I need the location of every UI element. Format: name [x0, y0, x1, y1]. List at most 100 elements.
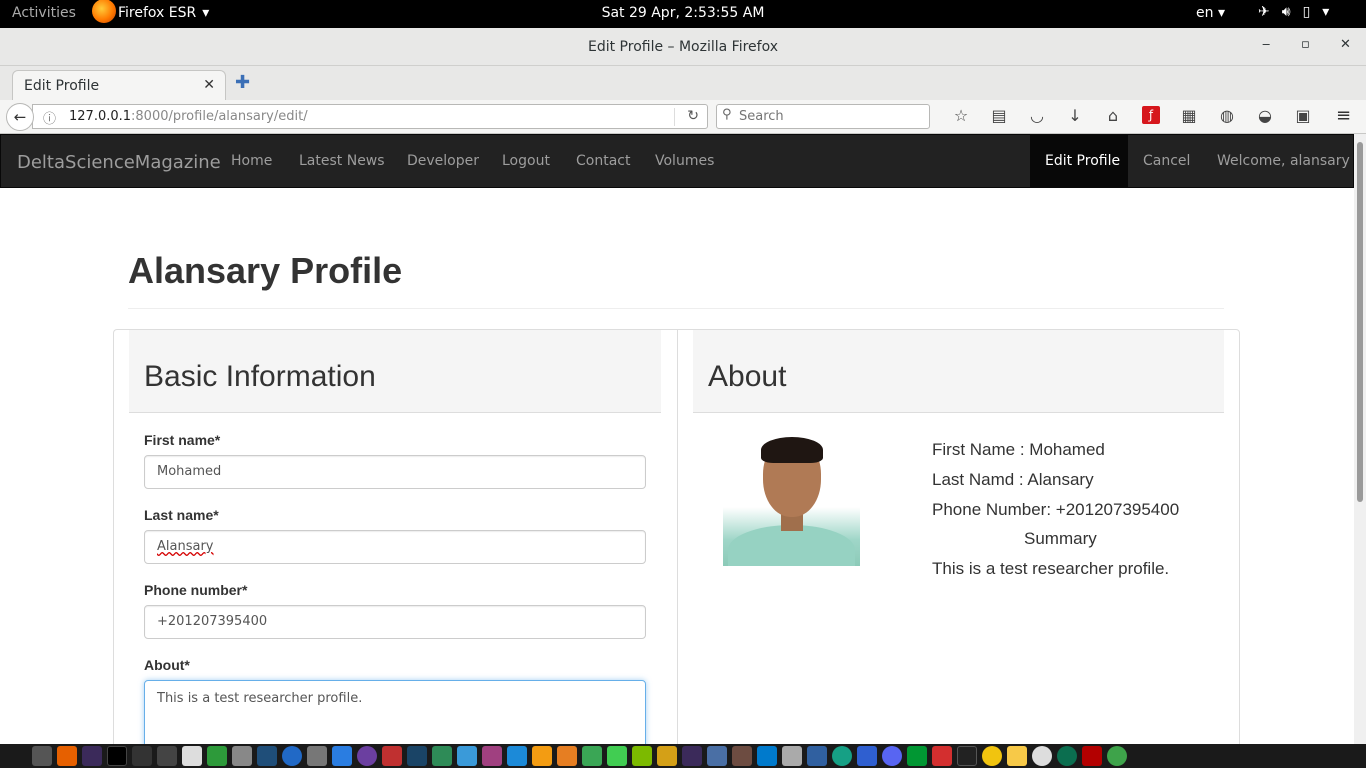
vim-icon[interactable] — [907, 746, 927, 766]
tex-icon[interactable] — [682, 746, 702, 766]
settings-icon[interactable] — [532, 746, 552, 766]
about-textarea[interactable]: This is a test researcher profile. — [144, 680, 646, 744]
mendeley-icon[interactable] — [932, 746, 952, 766]
first-name-field[interactable]: Mohamed — [144, 455, 646, 489]
maximize-icon[interactable]: ▫ — [1301, 37, 1310, 52]
qt-icon[interactable] — [582, 746, 602, 766]
scrollbar-thumb[interactable] — [1357, 142, 1363, 502]
shell-icon[interactable] — [957, 746, 977, 766]
phone-label: Phone number* — [144, 582, 248, 598]
taskbar-dock — [0, 744, 1366, 768]
last-name-field[interactable]: Alansary — [144, 530, 646, 564]
database-icon[interactable] — [457, 746, 477, 766]
qt-designer-icon[interactable] — [632, 746, 652, 766]
extension-icon[interactable]: ▦ — [1170, 106, 1208, 125]
sun-icon[interactable] — [982, 746, 1002, 766]
sync-app-icon[interactable] — [832, 746, 852, 766]
phone-field[interactable]: +201207395400 — [144, 605, 646, 639]
globe-icon[interactable] — [1057, 746, 1077, 766]
xampp-icon[interactable] — [557, 746, 577, 766]
last-name-label: Last name* — [144, 507, 219, 523]
spreadsheet-icon[interactable] — [332, 746, 352, 766]
nav-cancel[interactable]: Cancel — [1143, 153, 1190, 169]
flash-icon[interactable]: ƒ — [1142, 106, 1160, 124]
texstudio-icon[interactable] — [782, 746, 802, 766]
pycharm-icon[interactable] — [207, 746, 227, 766]
pocket-icon[interactable]: ◡ — [1018, 106, 1056, 125]
r-icon[interactable] — [282, 746, 302, 766]
system-clock[interactable]: Sat 29 Apr, 2:53:55 AM — [0, 5, 1366, 21]
sublime-icon[interactable] — [157, 746, 177, 766]
weka-icon[interactable] — [657, 746, 677, 766]
site-brand[interactable]: DeltaScienceMagazine — [17, 152, 221, 173]
about-last-name: Last Namd : Alansary — [932, 470, 1094, 489]
mysql-icon[interactable] — [407, 746, 427, 766]
eclipse-cpp-icon[interactable] — [882, 746, 902, 766]
basic-info-heading: Basic Information — [144, 360, 376, 393]
back-button[interactable]: ← — [6, 103, 34, 131]
vscode-icon[interactable] — [757, 746, 777, 766]
nav-welcome[interactable]: Welcome, alansary — [1217, 153, 1350, 169]
home-icon[interactable]: ⌂ — [1094, 106, 1132, 125]
app-icon[interactable] — [382, 746, 402, 766]
about-first-name: First Name : Mohamed — [932, 440, 1105, 459]
menu-icon[interactable]: ≡ — [1336, 105, 1351, 126]
gmail-icon[interactable] — [1032, 746, 1052, 766]
console-icon[interactable] — [132, 746, 152, 766]
terminal-icon[interactable] — [107, 746, 127, 766]
photo-shoulders — [728, 525, 855, 566]
nav-edit-profile-label: Edit Profile — [1045, 153, 1121, 169]
nav-edit-profile[interactable]: Edit Profile — [1030, 135, 1128, 188]
eclipse-icon[interactable] — [357, 746, 377, 766]
nav-volumes[interactable]: Volumes — [655, 153, 714, 169]
android-icon[interactable] — [1107, 746, 1127, 766]
close-window-icon[interactable]: ✕ — [1340, 37, 1351, 52]
screenshot-icon[interactable]: ◒ — [1246, 106, 1284, 125]
reading-list-icon[interactable]: ▤ — [980, 106, 1018, 125]
writer-icon[interactable] — [482, 746, 502, 766]
texmaker-icon[interactable] — [82, 746, 102, 766]
language-label: en — [1196, 5, 1214, 21]
bookmark-star-icon[interactable]: ☆ — [942, 106, 980, 125]
stickies-icon[interactable] — [1007, 746, 1027, 766]
libreoffice-icon[interactable] — [507, 746, 527, 766]
first-name-label: First name* — [144, 432, 221, 448]
addon-icon[interactable]: ▣ — [1284, 106, 1322, 125]
nav-home[interactable]: Home — [231, 153, 272, 169]
virtualbox-icon[interactable] — [232, 746, 252, 766]
canopy-icon[interactable] — [257, 746, 277, 766]
filezilla-icon[interactable] — [1082, 746, 1102, 766]
sublime-text-icon[interactable] — [732, 746, 752, 766]
info-icon[interactable]: ⓘ — [43, 108, 56, 127]
about-summary: This is a test researcher profile. — [932, 559, 1170, 578]
url-bar[interactable]: ⓘ 127.0.0.1:8000/profile/alansary/edit/ … — [32, 104, 708, 129]
files-icon[interactable] — [32, 746, 52, 766]
vpn-icon[interactable] — [707, 746, 727, 766]
language-indicator[interactable]: en ▾ — [1196, 5, 1225, 21]
rstudio-icon[interactable] — [307, 746, 327, 766]
download-icon[interactable]: ↓ — [1056, 106, 1094, 125]
reload-icon[interactable]: ↻ — [687, 108, 699, 124]
qt-creator-icon[interactable] — [607, 746, 627, 766]
airplane-icon: ✈ — [1258, 4, 1270, 20]
nav-contact[interactable]: Contact — [576, 153, 630, 169]
home-folder-icon[interactable] — [182, 746, 202, 766]
system-tray[interactable]: ✈ 🔊︎ ▯ ▾ — [1258, 4, 1329, 20]
about-label: About* — [144, 657, 190, 673]
minimize-icon[interactable]: ‒ — [1262, 37, 1270, 52]
new-tab-icon[interactable]: ✚ — [235, 72, 250, 93]
url-text: 127.0.0.1:8000/profile/alansary/edit/ — [69, 109, 308, 124]
page-scrollbar[interactable] — [1354, 134, 1366, 744]
dia-icon[interactable] — [807, 746, 827, 766]
firefox-icon[interactable] — [57, 746, 77, 766]
sync-icon[interactable]: ◍ — [1208, 106, 1246, 125]
nav-latest-news[interactable]: Latest News — [299, 153, 385, 169]
notes-icon[interactable] — [432, 746, 452, 766]
search-box[interactable]: ⚲ — [716, 104, 930, 129]
close-tab-icon[interactable]: ✕ — [203, 77, 215, 93]
nav-logout[interactable]: Logout — [502, 153, 550, 169]
search-input[interactable] — [739, 107, 925, 126]
tab-edit-profile[interactable]: Edit Profile ✕ — [12, 70, 226, 100]
nav-developer[interactable]: Developer — [407, 153, 479, 169]
windows-icon[interactable] — [857, 746, 877, 766]
